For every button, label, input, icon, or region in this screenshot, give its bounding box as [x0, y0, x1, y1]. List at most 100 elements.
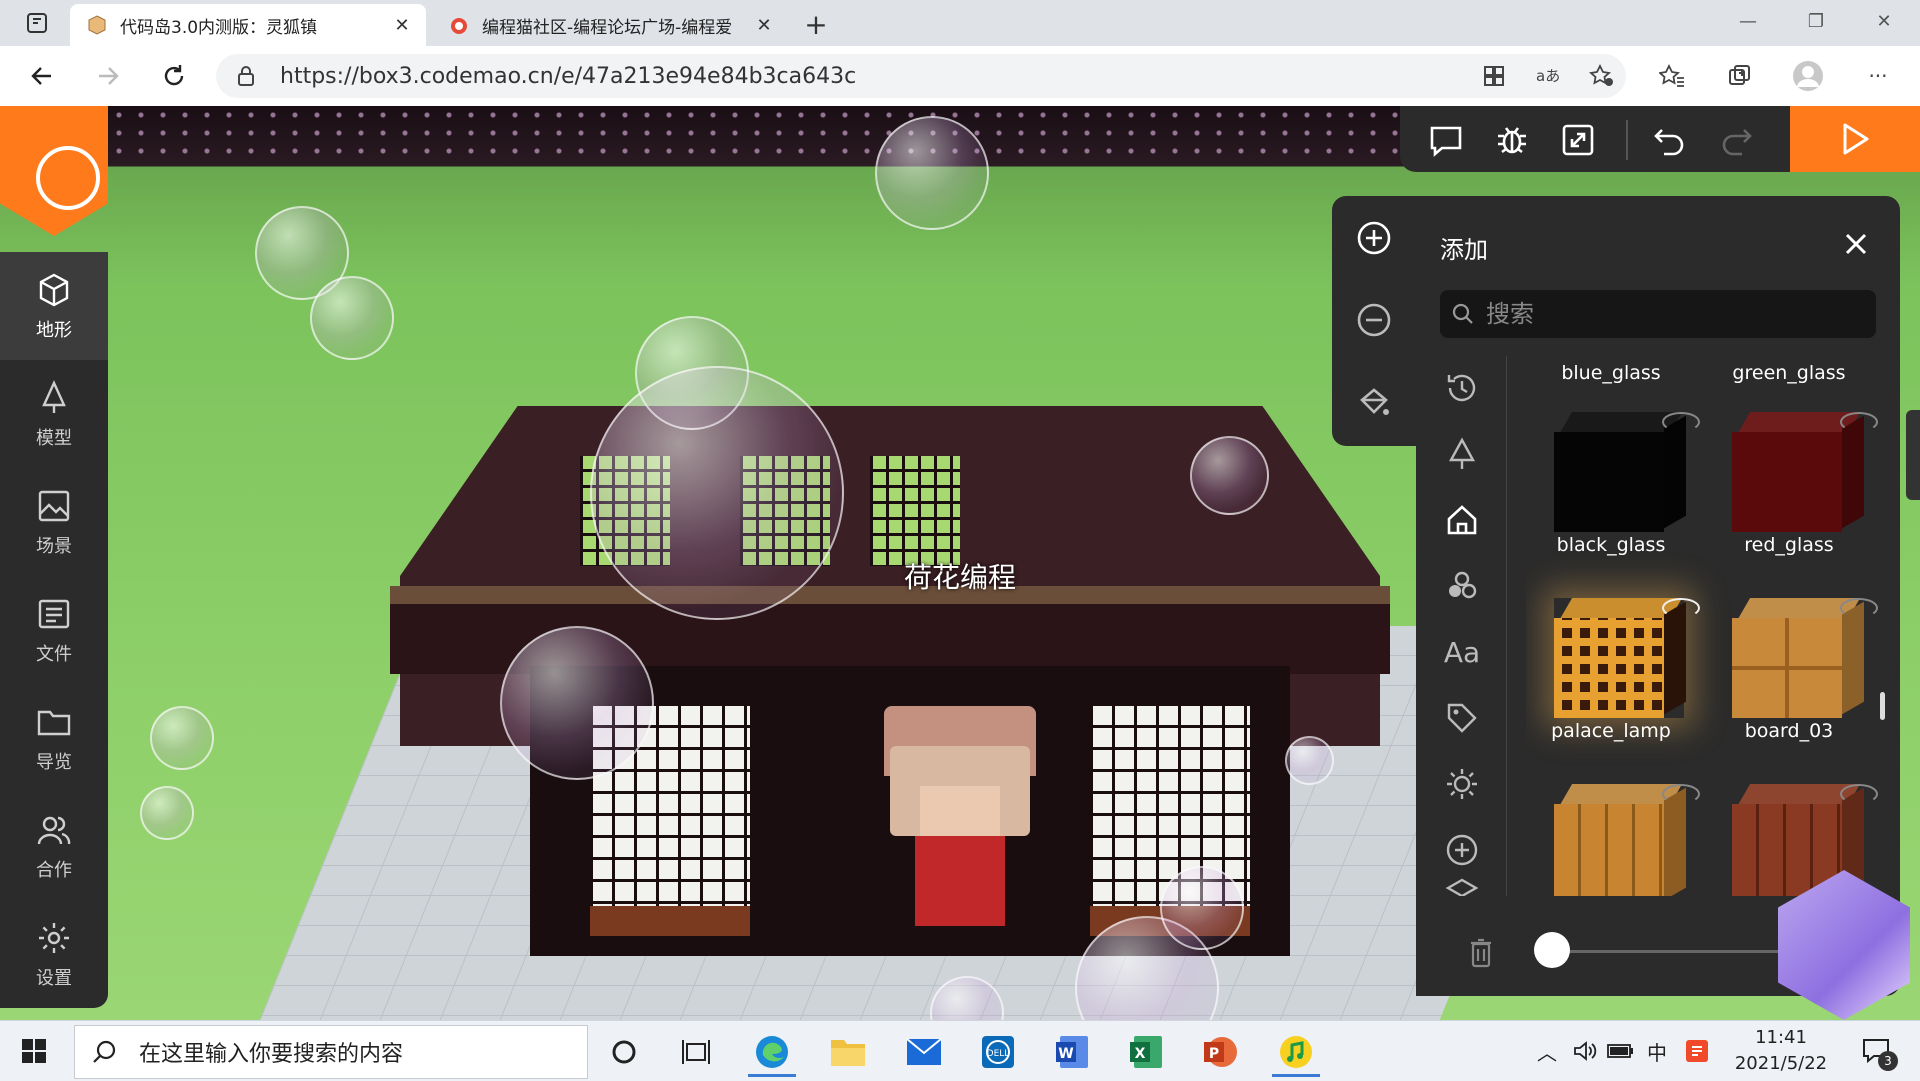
rotate-icon[interactable]: [1662, 598, 1700, 618]
new-tab-button[interactable]: +: [800, 8, 832, 41]
notification-center-button[interactable]: 3: [1856, 1031, 1898, 1071]
taskbar-music-app[interactable]: [1266, 1027, 1326, 1077]
tab-codemao-community[interactable]: 编程猫社区-编程论坛广场-编程爱 ✕: [432, 4, 788, 46]
sidebar-item-guide[interactable]: 导览: [0, 684, 108, 792]
minimize-button[interactable]: —: [1716, 0, 1780, 42]
category-recent[interactable]: [1440, 366, 1484, 410]
category-materials[interactable]: [1440, 564, 1484, 608]
rotate-icon[interactable]: [1840, 598, 1878, 618]
cortana-button[interactable]: [594, 1027, 654, 1077]
reload-button[interactable]: [156, 58, 192, 94]
add-block-tool[interactable]: [1352, 216, 1396, 260]
back-button[interactable]: [24, 58, 60, 94]
start-button[interactable]: [14, 1033, 54, 1069]
tab-actions-button[interactable]: [12, 8, 62, 38]
debug-button[interactable]: [1490, 118, 1534, 162]
tray-overflow-icon[interactable]: ︿: [1532, 1031, 1562, 1071]
taskbar-mail[interactable]: [894, 1027, 954, 1077]
close-window-button[interactable]: ✕: [1852, 0, 1916, 42]
fullscreen-button[interactable]: [1556, 118, 1600, 162]
run-button[interactable]: [1790, 106, 1920, 172]
editor-toolbar: [1400, 106, 1790, 172]
block-item-board-03[interactable]: board_03: [1704, 578, 1878, 758]
sidebar-item-scene[interactable]: 场景: [0, 468, 108, 576]
bubble: [875, 116, 989, 230]
category-text[interactable]: Aa: [1440, 630, 1484, 674]
rotate-icon[interactable]: [1840, 412, 1878, 432]
app-available-icon[interactable]: [1474, 56, 1514, 96]
forward-button[interactable]: [90, 58, 126, 94]
bubble: [150, 706, 214, 770]
category-building[interactable]: [1440, 498, 1484, 542]
block-item-palace-lamp[interactable]: palace_lamp: [1526, 578, 1700, 758]
rotate-icon[interactable]: [1840, 784, 1878, 804]
chat-icon: [1430, 126, 1462, 157]
chat-button[interactable]: [1424, 118, 1468, 162]
panel-close-button[interactable]: [1836, 224, 1876, 264]
antivirus-tray-icon[interactable]: [1680, 1031, 1714, 1071]
block-item-black-glass[interactable]: black_glass: [1526, 392, 1700, 572]
block-item-red-glass[interactable]: red_glass: [1704, 392, 1878, 572]
trash-button[interactable]: [1466, 936, 1496, 970]
category-column: Aa: [1416, 356, 1507, 896]
read-aloud-icon[interactable]: aあ: [1528, 56, 1568, 96]
taskbar-word[interactable]: W: [1042, 1027, 1102, 1077]
svg-text:X: X: [1135, 1046, 1146, 1062]
taskbar-powerpoint[interactable]: P: [1190, 1027, 1250, 1077]
taskbar-excel[interactable]: X: [1116, 1027, 1176, 1077]
volume-icon[interactable]: [1568, 1031, 1602, 1071]
taskbar-file-explorer[interactable]: [818, 1027, 878, 1077]
brush-size-slider[interactable]: [1534, 932, 1570, 968]
cube-front: [1732, 432, 1842, 532]
edge-icon: [756, 1036, 788, 1068]
sidebar-item-file[interactable]: 文件: [0, 576, 108, 684]
rotate-icon[interactable]: [1662, 412, 1700, 432]
block-search[interactable]: [1440, 290, 1876, 338]
taskbar-dell[interactable]: DELL: [968, 1027, 1028, 1077]
cube-side: [1664, 601, 1686, 715]
profile-avatar[interactable]: [1788, 56, 1828, 96]
url-field[interactable]: https://box3.codemao.cn/e/47a213e94e84b3…: [216, 54, 1626, 98]
category-tags[interactable]: [1440, 696, 1484, 740]
battery-icon[interactable]: [1604, 1031, 1638, 1071]
ime-indicator[interactable]: 中: [1640, 1031, 1674, 1071]
sidebar-item-collaborate[interactable]: 合作: [0, 792, 108, 900]
favorites-icon[interactable]: [1652, 56, 1692, 96]
task-view-button[interactable]: [666, 1027, 726, 1077]
category-light[interactable]: [1440, 762, 1484, 806]
add-favorite-icon[interactable]: [1582, 56, 1622, 96]
paint-bucket-tool[interactable]: [1352, 380, 1396, 424]
more-options-icon[interactable]: ···: [1858, 56, 1898, 96]
restore-button[interactable]: ❐: [1784, 0, 1848, 42]
sidebar-item-settings[interactable]: 设置: [0, 900, 108, 1008]
taskbar-edge[interactable]: [742, 1027, 802, 1077]
side-panel-handle[interactable]: [1906, 410, 1920, 500]
cube-thumbnail: [1554, 784, 1686, 896]
bubble: [140, 786, 194, 840]
player-character[interactable]: [884, 706, 1036, 946]
music-note-icon: [1280, 1036, 1312, 1068]
bubble: [1160, 866, 1244, 950]
taskbar-search[interactable]: 在这里输入你要搜索的内容: [74, 1025, 588, 1079]
block-item-crate[interactable]: [1526, 764, 1700, 896]
sidebar-item-terrain[interactable]: 地形: [0, 252, 108, 360]
tab-close-icon[interactable]: ✕: [750, 11, 778, 39]
windows-taskbar: 在这里输入你要搜索的内容 DELL W X P ︿ 中 11:41 2021/5…: [0, 1020, 1920, 1081]
category-nature[interactable]: [1440, 432, 1484, 476]
collections-icon[interactable]: [1720, 56, 1760, 96]
sidebar-item-model[interactable]: 模型: [0, 360, 108, 468]
redo-button[interactable]: [1714, 118, 1758, 162]
system-clock[interactable]: 11:41 2021/5/22: [1716, 1025, 1846, 1077]
category-add[interactable]: [1440, 828, 1484, 872]
tab-codemao-editor[interactable]: 代码岛3.0内测版：灵狐镇 ✕: [70, 4, 426, 46]
search-input[interactable]: [1484, 299, 1868, 329]
plus-circle-icon: [1357, 221, 1391, 255]
rotate-icon[interactable]: [1662, 784, 1700, 804]
mail-icon: [906, 1038, 942, 1065]
tab-close-icon[interactable]: ✕: [388, 11, 416, 39]
undo-button[interactable]: [1648, 118, 1692, 162]
category-layers[interactable]: [1440, 876, 1484, 896]
sun-icon: [1447, 769, 1477, 799]
grid-scrollbar[interactable]: [1880, 692, 1885, 720]
remove-block-tool[interactable]: [1352, 298, 1396, 342]
